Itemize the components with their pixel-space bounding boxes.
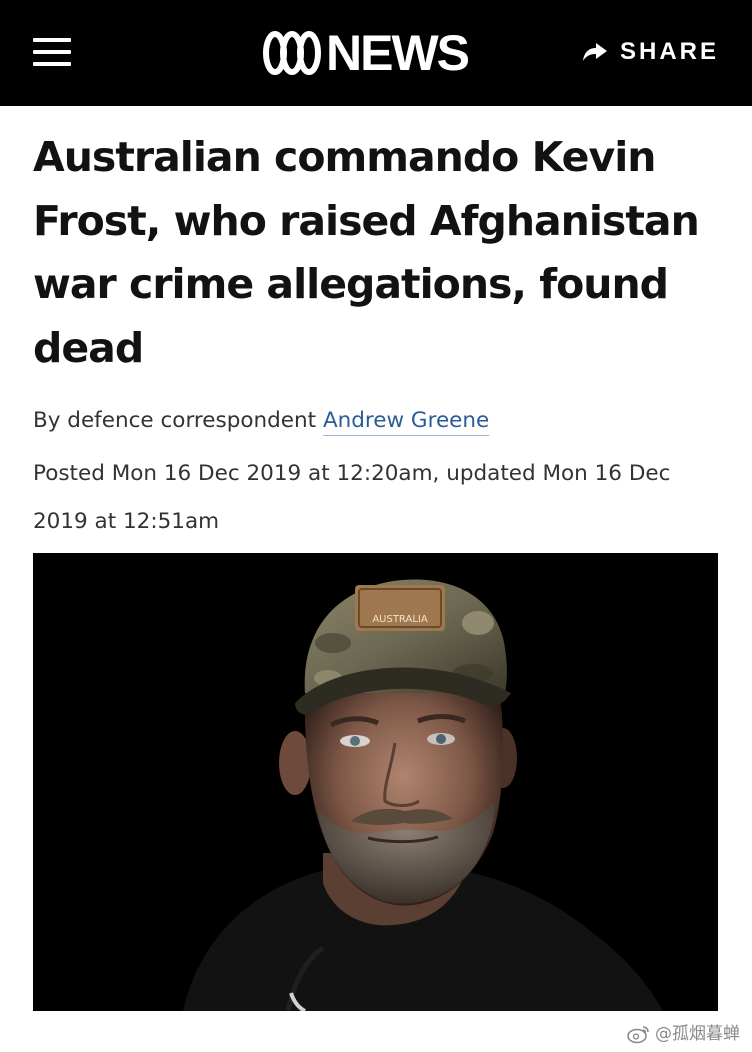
watermark-text: @孤烟暮蝉 [655,1024,740,1044]
abc-news-logo[interactable]: NEWS [262,25,470,81]
author-link[interactable]: Andrew Greene [322,408,490,436]
byline: By defence correspondent Andrew Greene [33,406,490,436]
share-button[interactable]: SHARE [582,38,719,66]
weibo-icon [627,1026,649,1044]
article-headline: Australian commando Kevin Frost, who rai… [33,133,700,372]
share-arrow-icon [582,43,607,61]
cap-patch-text: AUSTRALIA [372,614,428,625]
portrait-illustration: AUSTRALIA [33,553,718,1011]
abc-lissajous-logo [263,31,321,75]
top-navigation-bar: NEWS SHARE [0,0,752,106]
article-page: NEWS SHARE Australian commando Kevin Fro… [0,0,752,1052]
logo-news-text: NEWS [326,25,470,81]
byline-prefix: By defence correspondent [33,408,317,433]
publish-dateline: Posted Mon 16 Dec 2019 at 12:20am, updat… [33,461,671,534]
hamburger-menu-icon[interactable] [33,36,71,68]
share-label: SHARE [619,38,719,65]
article-photo[interactable]: AUSTRALIA [33,553,718,1011]
weibo-watermark: @孤烟暮蝉 [627,1024,740,1044]
